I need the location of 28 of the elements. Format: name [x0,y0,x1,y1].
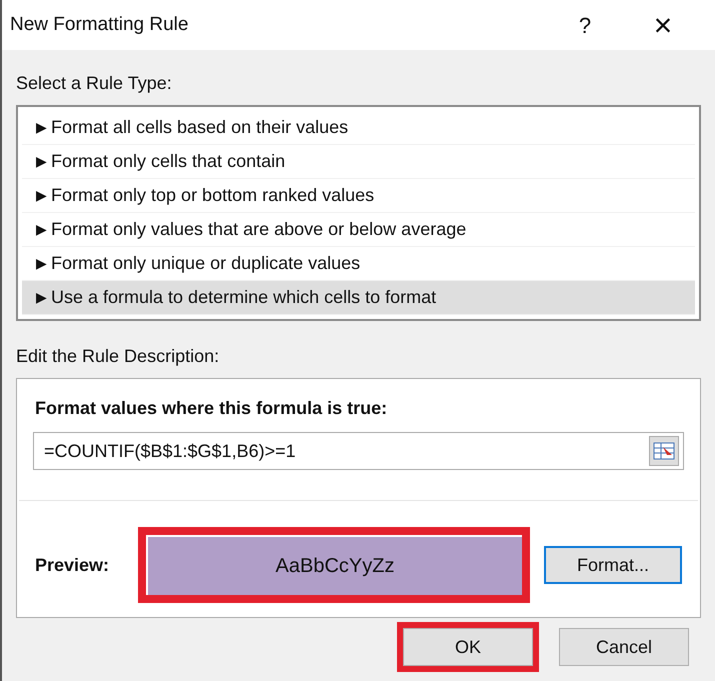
rule-type-label: Format only values that are above or below average [51,218,466,241]
range-select-button[interactable] [649,436,679,466]
formula-value: =COUNTIF($B$1:$G$1,B6)>=1 [44,440,297,463]
close-button[interactable]: × [643,9,683,41]
formula-field[interactable]: =COUNTIF($B$1:$G$1,B6)>=1 [33,432,684,470]
rule-type-label: Format only top or bottom ranked values [51,184,374,207]
dialog-button[interactable]: OK [403,628,533,666]
window-title: New Formatting Rule [10,12,190,37]
rule-type-label: Format all cells based on their values [51,116,348,139]
preview-label: Preview: [35,554,110,576]
rule-type-label: Format only cells that contain [51,150,286,173]
arrow-icon: ▶ [36,151,47,172]
rule-type-label: Format only unique or duplicate values [51,252,360,275]
help-button[interactable]: ? [565,8,605,42]
rule-type-label: Use a formula to determine which cells to format [51,286,436,309]
preview-sample: AaBbCcYyZz [146,535,522,595]
section-label: Select a Rule Type: [16,72,173,95]
range-select-icon [653,441,675,461]
arrow-icon: ▶ [36,253,47,274]
arrow-icon: ▶ [36,219,47,240]
section-label: Edit the Rule Description: [16,345,220,368]
arrow-icon: ▶ [36,185,47,206]
formula-heading: Format values where this formula is true: [35,397,388,420]
arrow-icon: ▶ [36,117,47,138]
dialog-button[interactable]: Cancel [559,628,689,666]
format-button[interactable]: Format... [544,546,682,584]
rule-type-item[interactable]: ▶ Use a formula to determine which cells to format [22,281,695,315]
arrow-icon: ▶ [36,287,47,308]
